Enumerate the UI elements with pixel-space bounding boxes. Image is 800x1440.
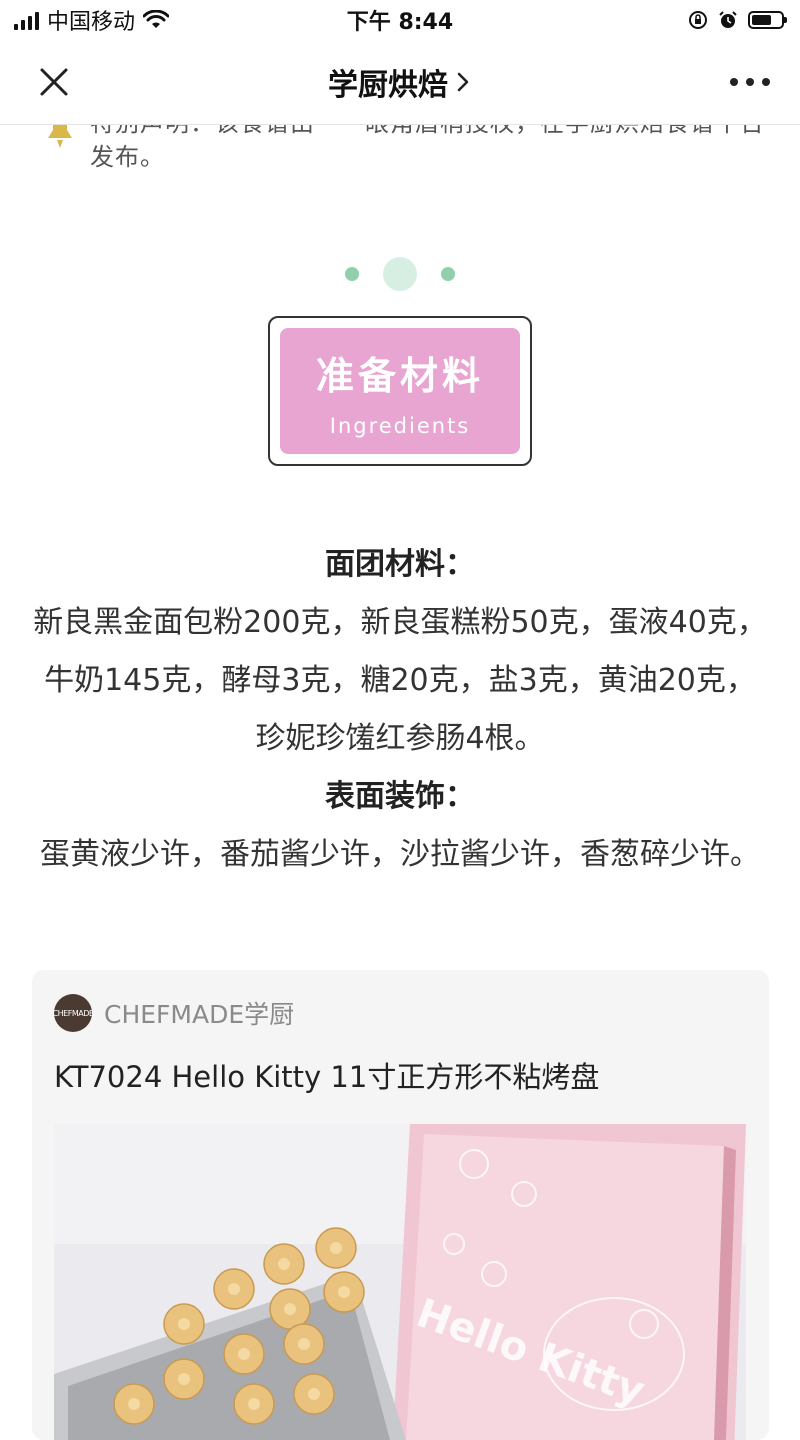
battery-icon	[748, 11, 787, 29]
brand-row: CHEFMADE CHEFMADE学厨	[53, 994, 295, 1032]
section-badge-subtitle: Ingredients	[329, 413, 471, 438]
more-dot-icon	[746, 78, 754, 86]
dot-icon	[345, 267, 359, 281]
nav-title-link[interactable]: 学厨烘焙	[0, 40, 800, 124]
dough-heading: 面团材料：	[325, 547, 475, 582]
topping-heading: 表面装饰：	[325, 779, 475, 814]
section-badge-inner: 准备材料 Ingredients	[280, 328, 520, 454]
wifi-icon	[143, 10, 170, 28]
section-badge: 准备材料 Ingredients	[268, 316, 532, 466]
status-right	[688, 10, 800, 30]
status-left: 中国移动	[0, 4, 170, 36]
nav-bar: 学厨烘焙	[0, 40, 800, 125]
signal-icon	[14, 10, 39, 30]
rotation-lock-icon	[689, 11, 707, 29]
product-title: KT7024 Hello Kitty 11寸正方形不粘烤盘	[54, 1060, 600, 1094]
product-image: Hello Kitty	[54, 1124, 746, 1440]
more-dot-icon	[762, 78, 770, 86]
section-badge-title: 准备材料	[315, 353, 484, 398]
more-options-button[interactable]	[730, 68, 770, 96]
dot-icon	[383, 257, 417, 291]
product-card[interactable]: CHEFMADE CHEFMADE学厨 KT7024 Hello Kitty 1…	[32, 970, 769, 1440]
product-photo: Hello Kitty	[54, 1124, 746, 1440]
dough-text: 新良黑金面包粉200克，新良蛋糕粉50克，蛋液40克，牛奶145克，酵母3克，糖…	[33, 605, 767, 756]
chevron-right-icon	[457, 72, 469, 92]
carrier-label: 中国移动	[47, 10, 136, 35]
dot-icon	[441, 267, 455, 281]
alarm-icon	[719, 11, 737, 28]
more-dot-icon	[730, 78, 738, 86]
brand-logo: CHEFMADE	[53, 994, 94, 1032]
section-divider-dots	[0, 256, 800, 292]
topping-text: 蛋黄液少许，番茄酱少许，沙拉酱少许，香葱碎少许。	[40, 837, 760, 872]
ingredients-section: 面团材料： 新良黑金面包粉200克，新良蛋糕粉50克，蛋液40克，牛奶145克，…	[30, 536, 770, 884]
brand-name: CHEFMADE学厨	[104, 1000, 295, 1029]
nav-title: 学厨烘焙	[328, 68, 448, 103]
status-bar: 中国移动 下午 8:44	[0, 0, 800, 40]
